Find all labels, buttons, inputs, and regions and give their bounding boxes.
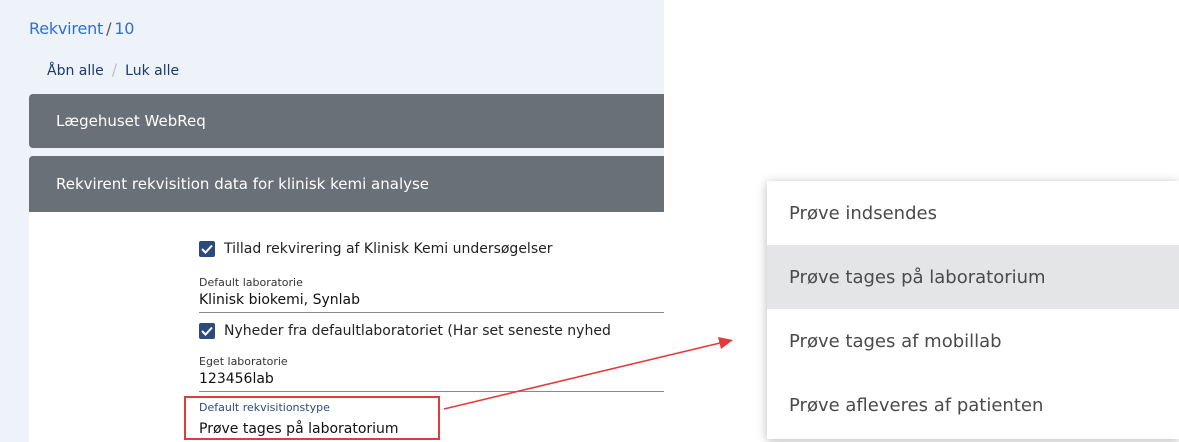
default-lab-label: Default laboratorie bbox=[199, 276, 303, 289]
panel-header-clinical-chemistry[interactable]: Rekvirent rekvisition data for klinisk k… bbox=[29, 156, 664, 212]
requester-page: Rekvirent/10 Åbn alle / Luk alle Lægehuset… bbox=[0, 0, 664, 442]
news-label: Nyheder fra defaultlaboratoriet (Har set… bbox=[224, 323, 611, 339]
default-lab-value: Klinisk biokemi, Synlab bbox=[199, 292, 360, 308]
own-lab-field[interactable]: Eget laboratorie 123456lab bbox=[199, 355, 664, 392]
dropdown-option[interactable]: Prøve afleveres af patienten bbox=[767, 373, 1179, 437]
open-all-link[interactable]: Åbn alle bbox=[47, 63, 104, 79]
allow-requisition-checkbox[interactable] bbox=[199, 241, 215, 257]
dropdown-option[interactable]: Prøve tages af mobillab bbox=[767, 309, 1179, 373]
default-lab-field[interactable]: Default laboratorie Klinisk biokemi, Syn… bbox=[199, 276, 664, 313]
allow-requisition-label: Tillad rekvirering af Klinisk Kemi under… bbox=[224, 241, 553, 257]
own-lab-value: 123456lab bbox=[199, 371, 274, 387]
dropdown-option-selected[interactable]: Prøve tages på laboratorium bbox=[767, 245, 1179, 309]
dropdown-option[interactable]: Prøve indsendes bbox=[767, 181, 1179, 245]
breadcrumb-current: 10 bbox=[114, 19, 135, 38]
panel-title: Rekvirent rekvisition data for klinisk k… bbox=[56, 175, 430, 193]
own-lab-label: Eget laboratorie bbox=[199, 355, 288, 368]
expand-collapse-links: Åbn alle / Luk alle bbox=[47, 60, 179, 79]
allow-requisition-row[interactable]: Tillad rekvirering af Klinisk Kemi under… bbox=[199, 241, 664, 257]
close-all-link[interactable]: Luk alle bbox=[125, 63, 179, 79]
toggles-divider: / bbox=[111, 60, 118, 79]
breadcrumb-parent-link[interactable]: Rekvirent bbox=[29, 19, 103, 38]
news-checkbox[interactable] bbox=[199, 323, 215, 339]
news-row[interactable]: Nyheder fra defaultlaboratoriet (Har set… bbox=[199, 323, 664, 339]
checkmark-icon bbox=[201, 244, 213, 254]
breadcrumb: Rekvirent/10 bbox=[29, 19, 134, 38]
highlight-box bbox=[184, 396, 440, 440]
panel-header-clinic[interactable]: Lægehuset WebReq bbox=[29, 94, 664, 148]
panel-title: Lægehuset WebReq bbox=[56, 112, 206, 130]
requisition-type-dropdown[interactable]: Prøve indsendes Prøve tages på laborator… bbox=[767, 181, 1179, 439]
breadcrumb-separator: / bbox=[106, 19, 112, 38]
checkmark-icon bbox=[201, 326, 213, 336]
